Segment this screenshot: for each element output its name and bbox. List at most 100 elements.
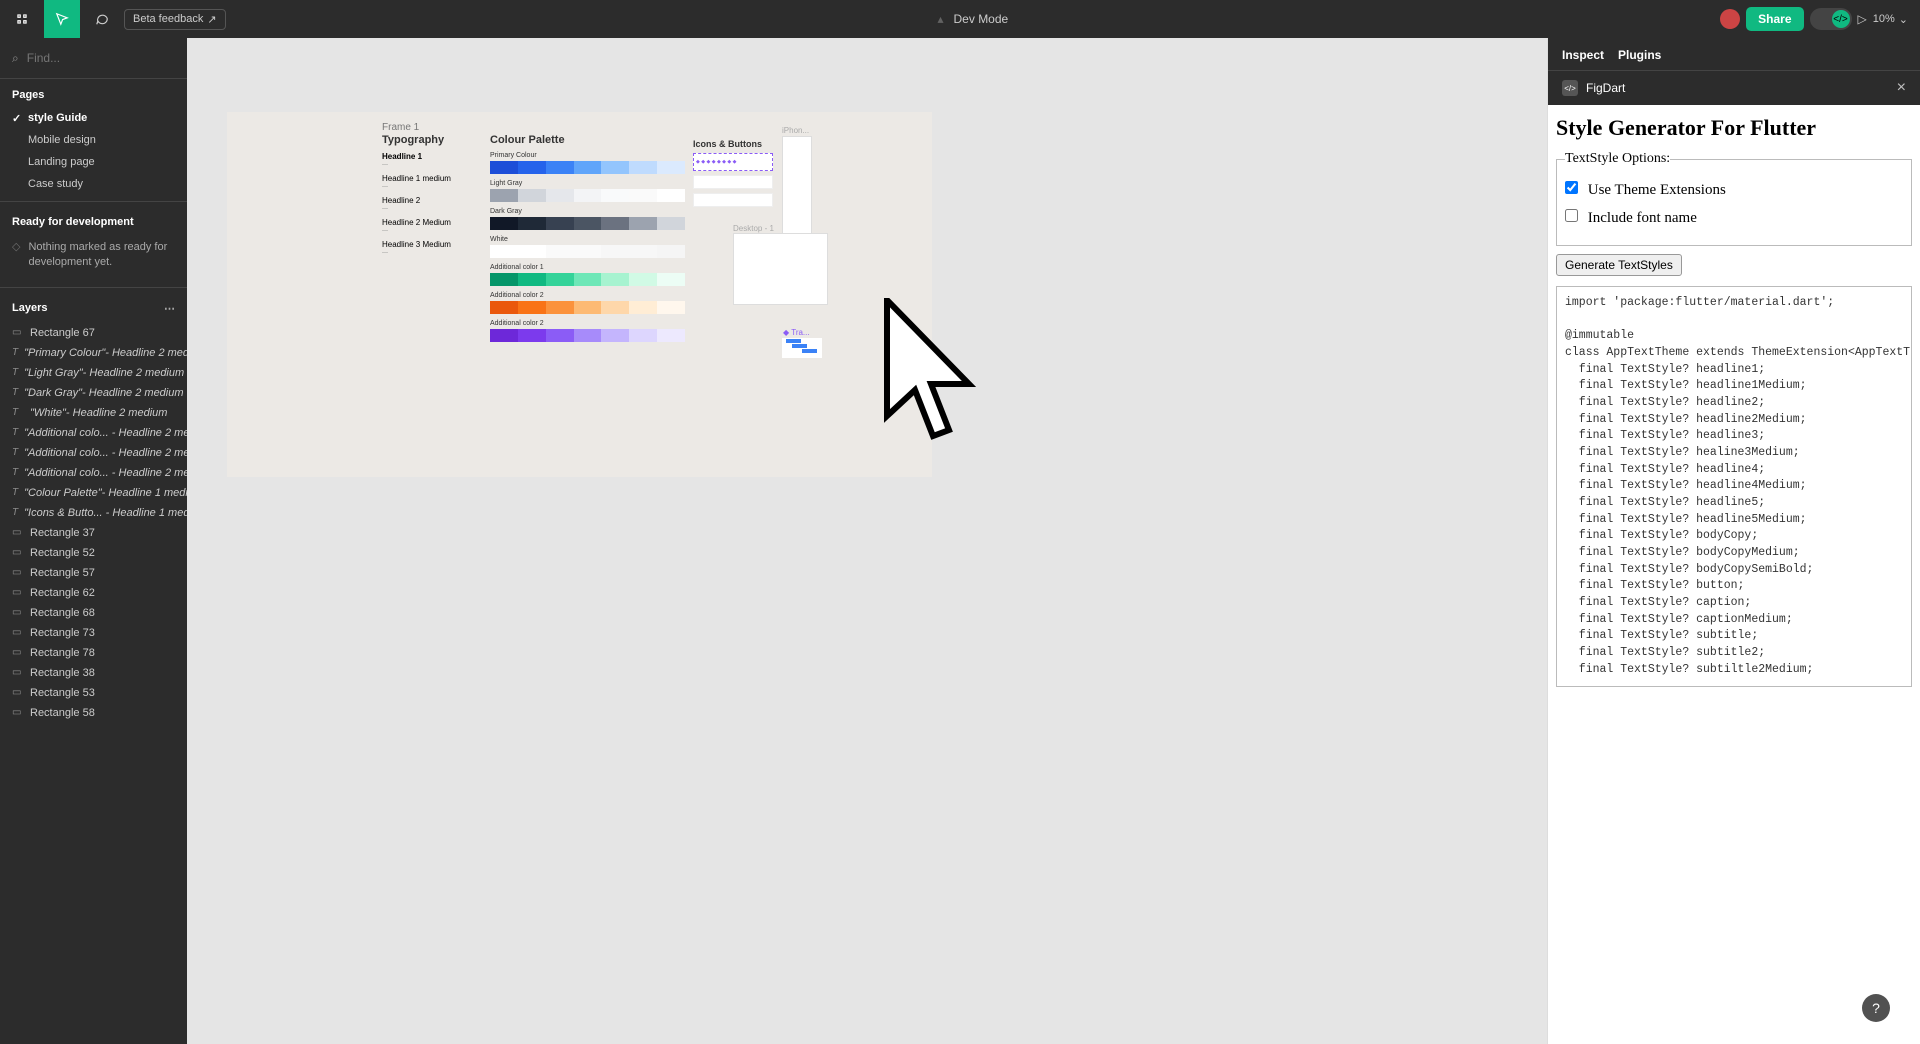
color-swatch[interactable] bbox=[546, 217, 574, 230]
color-swatch[interactable] bbox=[601, 245, 629, 258]
color-swatch[interactable] bbox=[601, 161, 629, 174]
layer-item[interactable]: ▭Rectangle 57 bbox=[0, 563, 187, 583]
desktop-frame[interactable] bbox=[733, 233, 828, 305]
color-swatch[interactable] bbox=[629, 329, 657, 342]
color-swatch[interactable] bbox=[546, 161, 574, 174]
color-swatch[interactable] bbox=[490, 189, 518, 202]
tra-component[interactable] bbox=[782, 338, 822, 358]
figma-menu-icon[interactable] bbox=[4, 0, 40, 38]
layer-item[interactable]: ▭Rectangle 38 bbox=[0, 663, 187, 683]
color-swatch[interactable] bbox=[490, 217, 518, 230]
color-swatch[interactable] bbox=[657, 329, 685, 342]
color-swatch[interactable] bbox=[574, 245, 602, 258]
layer-item[interactable]: T"Additional colo... - Headline 2 medi..… bbox=[0, 443, 187, 463]
sidebar-page[interactable]: Case study bbox=[0, 173, 187, 195]
color-swatch[interactable] bbox=[518, 301, 546, 314]
color-swatch[interactable] bbox=[574, 301, 602, 314]
color-swatch[interactable] bbox=[657, 217, 685, 230]
color-swatch[interactable] bbox=[574, 161, 602, 174]
color-swatch[interactable] bbox=[518, 189, 546, 202]
tab-plugins[interactable]: Plugins bbox=[1618, 48, 1661, 62]
layer-item[interactable]: T"Primary Colour"- Headline 2 medium bbox=[0, 343, 187, 363]
color-swatch[interactable] bbox=[657, 301, 685, 314]
color-swatch[interactable] bbox=[629, 217, 657, 230]
color-swatch[interactable] bbox=[518, 273, 546, 286]
color-swatch[interactable] bbox=[601, 329, 629, 342]
color-swatch[interactable] bbox=[601, 217, 629, 230]
layer-item[interactable]: ▭Rectangle 78 bbox=[0, 643, 187, 663]
color-swatch[interactable] bbox=[657, 189, 685, 202]
color-swatch[interactable] bbox=[518, 161, 546, 174]
canvas[interactable]: Frame 1 Typography Headline 1—Headline 1… bbox=[187, 38, 1547, 1044]
layer-item[interactable]: T"White"- Headline 2 medium bbox=[0, 403, 187, 423]
layer-item[interactable]: T"Colour Palette"- Headline 1 medium bbox=[0, 483, 187, 503]
color-swatch[interactable] bbox=[574, 273, 602, 286]
color-swatch[interactable] bbox=[629, 245, 657, 258]
color-swatch[interactable] bbox=[490, 273, 518, 286]
color-swatch[interactable] bbox=[657, 273, 685, 286]
sidebar-page[interactable]: Landing page bbox=[0, 151, 187, 173]
zoom-control[interactable]: 10% ⌄ bbox=[1873, 13, 1908, 26]
layer-item[interactable]: ▭Rectangle 68 bbox=[0, 603, 187, 623]
color-swatch[interactable] bbox=[657, 245, 685, 258]
layer-item[interactable]: T"Additional colo... - Headline 2 medi..… bbox=[0, 463, 187, 483]
layer-item[interactable]: ▭Rectangle 62 bbox=[0, 583, 187, 603]
opt-include-font-name[interactable]: Include font name bbox=[1565, 210, 1697, 226]
color-swatch[interactable] bbox=[518, 245, 546, 258]
play-icon[interactable]: ▷ bbox=[1858, 12, 1867, 26]
color-swatch[interactable] bbox=[657, 161, 685, 174]
color-swatch[interactable] bbox=[490, 161, 518, 174]
color-swatch[interactable] bbox=[546, 273, 574, 286]
color-swatch[interactable] bbox=[601, 273, 629, 286]
color-swatch[interactable] bbox=[629, 189, 657, 202]
sidebar-page[interactable]: Mobile design bbox=[0, 129, 187, 151]
tab-inspect[interactable]: Inspect bbox=[1562, 48, 1604, 62]
layer-item[interactable]: ▭Rectangle 73 bbox=[0, 623, 187, 643]
generated-code-output[interactable]: import 'package:flutter/material.dart'; … bbox=[1556, 286, 1912, 687]
layer-item[interactable]: ▭Rectangle 37 bbox=[0, 523, 187, 543]
color-swatch[interactable] bbox=[574, 329, 602, 342]
dev-mode-toggle[interactable]: </> bbox=[1810, 8, 1852, 30]
layer-item[interactable]: ▭Rectangle 67 bbox=[0, 323, 187, 343]
user-avatar[interactable] bbox=[1720, 9, 1740, 29]
color-swatch[interactable] bbox=[518, 217, 546, 230]
color-swatch[interactable] bbox=[546, 245, 574, 258]
color-swatch[interactable] bbox=[574, 189, 602, 202]
iphone-frame[interactable] bbox=[782, 136, 812, 236]
color-swatch[interactable] bbox=[629, 161, 657, 174]
color-swatch[interactable] bbox=[518, 329, 546, 342]
share-button[interactable]: Share bbox=[1746, 7, 1803, 31]
text-layer-icon: T bbox=[12, 467, 18, 478]
layer-item[interactable]: ▭Rectangle 58 bbox=[0, 703, 187, 723]
sidebar-page[interactable]: style Guide bbox=[0, 107, 187, 129]
layer-item[interactable]: T"Light Gray"- Headline 2 medium bbox=[0, 363, 187, 383]
layer-item[interactable]: T"Additional colo... - Headline 2 medi..… bbox=[0, 423, 187, 443]
color-swatch[interactable] bbox=[601, 189, 629, 202]
move-tool-icon[interactable] bbox=[44, 0, 80, 38]
comment-icon[interactable] bbox=[84, 0, 120, 38]
beta-feedback-button[interactable]: Beta feedback ↗ bbox=[124, 9, 226, 30]
help-button[interactable]: ? bbox=[1862, 994, 1890, 1022]
color-swatch[interactable] bbox=[546, 301, 574, 314]
color-swatch[interactable] bbox=[601, 301, 629, 314]
color-swatch[interactable] bbox=[546, 329, 574, 342]
color-swatch[interactable] bbox=[490, 301, 518, 314]
layer-item[interactable]: ▭Rectangle 52 bbox=[0, 543, 187, 563]
color-swatch[interactable] bbox=[629, 301, 657, 314]
color-swatch[interactable] bbox=[490, 329, 518, 342]
layer-item[interactable]: T"Icons & Butto... - Headline 1 medi... bbox=[0, 503, 187, 523]
color-swatch[interactable] bbox=[629, 273, 657, 286]
opt-theme-extensions[interactable]: Use Theme Extensions bbox=[1565, 182, 1726, 198]
generate-button[interactable]: Generate TextStyles bbox=[1556, 254, 1682, 276]
color-swatch[interactable] bbox=[574, 217, 602, 230]
checkbox-theme-ext[interactable] bbox=[1565, 181, 1578, 194]
color-swatch[interactable] bbox=[490, 245, 518, 258]
search-input[interactable] bbox=[27, 51, 182, 65]
layer-item[interactable]: ▭Rectangle 53 bbox=[0, 683, 187, 703]
checkbox-font-name[interactable] bbox=[1565, 209, 1578, 222]
artboard-frame1[interactable]: Frame 1 Typography Headline 1—Headline 1… bbox=[227, 112, 932, 477]
color-swatch[interactable] bbox=[546, 189, 574, 202]
more-icon[interactable]: ⋯ bbox=[164, 302, 175, 315]
layer-item[interactable]: T"Dark Gray"- Headline 2 medium bbox=[0, 383, 187, 403]
close-plugin-icon[interactable]: × bbox=[1897, 79, 1906, 97]
